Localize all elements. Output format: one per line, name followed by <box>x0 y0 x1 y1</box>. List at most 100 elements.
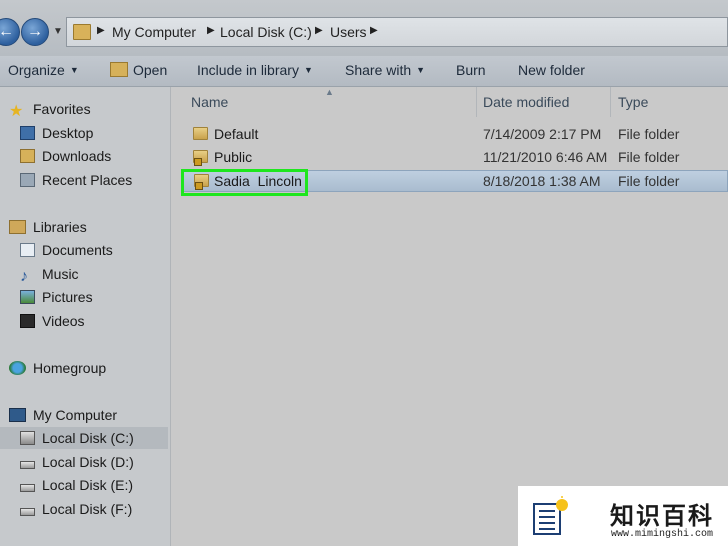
breadcrumb-my-computer[interactable]: My Computer <box>112 24 196 40</box>
nav-local-disk-e-label: Local Disk (E:) <box>42 477 134 493</box>
address-bar-area: ← → ▼ ▶ My Computer ▶ Local Disk (C:) ▶ … <box>0 0 728 56</box>
nav-favorites[interactable]: ★ Favorites <box>9 98 91 120</box>
file-name: Default <box>214 126 259 142</box>
nav-homegroup-label: Homegroup <box>33 360 107 376</box>
share-with-button[interactable]: Share with ▼ <box>345 62 425 78</box>
nav-local-disk-f[interactable]: Local Disk (F:) <box>20 498 132 520</box>
nav-local-disk-f-label: Local Disk (F:) <box>42 501 133 517</box>
nav-recent-places[interactable]: Recent Places <box>20 169 132 191</box>
nav-downloads-label: Downloads <box>42 148 112 164</box>
burn-button[interactable]: Burn <box>456 62 486 78</box>
drive-icon <box>20 484 35 492</box>
nav-recent-places-label: Recent Places <box>42 172 133 188</box>
breadcrumb-arrow-icon[interactable]: ▶ <box>97 25 105 36</box>
column-divider[interactable] <box>476 87 477 117</box>
organize-label: Organize <box>8 62 65 78</box>
nav-local-disk-c-label: Local Disk (C:) <box>42 430 134 446</box>
breadcrumb-users[interactable]: Users <box>330 24 367 40</box>
nav-documents-label: Documents <box>42 242 113 258</box>
homegroup-icon <box>9 361 26 375</box>
computer-icon <box>9 408 26 422</box>
watermark-url: www.mimingshi.com <box>611 529 714 540</box>
file-date: 7/14/2009 2:17 PM <box>483 126 602 142</box>
file-type: File folder <box>618 126 680 142</box>
column-header-type[interactable]: Type <box>618 87 648 117</box>
new-folder-label: New folder <box>518 62 585 78</box>
open-label: Open <box>133 62 168 78</box>
sort-ascending-icon: ▲ <box>325 87 334 97</box>
folder-icon <box>193 127 208 140</box>
videos-icon <box>20 314 35 328</box>
column-header-date-modified[interactable]: Date modified <box>483 87 569 117</box>
drive-icon <box>20 508 35 516</box>
book-lightbulb-icon <box>533 496 568 535</box>
file-type: File folder <box>618 149 680 165</box>
address-box[interactable]: ▶ My Computer ▶ Local Disk (C:) ▶ Users … <box>66 17 728 47</box>
folder-icon <box>73 24 91 40</box>
breadcrumb-local-disk-c[interactable]: Local Disk (C:) <box>220 24 312 40</box>
nav-videos-label: Videos <box>42 313 85 329</box>
open-folder-icon <box>110 62 128 77</box>
nav-desktop-label: Desktop <box>42 125 94 141</box>
file-name: Public <box>214 149 253 165</box>
nav-local-disk-e[interactable]: Local Disk (E:) <box>20 474 133 496</box>
breadcrumb-arrow-icon[interactable]: ▶ <box>207 25 215 36</box>
locked-folder-icon <box>193 150 208 166</box>
downloads-icon <box>20 149 35 163</box>
nav-pictures-label: Pictures <box>42 289 93 305</box>
music-icon: ♪ <box>20 268 28 285</box>
watermark-title: 知识百科 <box>610 502 714 530</box>
chevron-down-icon: ▼ <box>303 65 313 75</box>
pictures-icon <box>20 290 35 304</box>
breadcrumb-arrow-icon[interactable]: ▶ <box>315 25 323 36</box>
nav-libraries-label: Libraries <box>33 219 87 235</box>
file-row[interactable]: Default 7/14/2009 2:17 PM File folder <box>181 123 728 145</box>
nav-music-label: Music <box>42 266 79 282</box>
navigation-pane: ★ Favorites Desktop Downloads Recent Plac… <box>0 87 171 546</box>
nav-my-computer-label: My Computer <box>33 407 118 423</box>
nav-videos[interactable]: Videos <box>20 310 85 332</box>
organize-button[interactable]: Organize ▼ <box>8 62 79 78</box>
share-with-label: Share with <box>345 62 412 78</box>
star-icon: ★ <box>9 103 24 120</box>
desktop-icon <box>20 126 35 140</box>
new-folder-button[interactable]: New folder <box>518 62 585 78</box>
nav-libraries[interactable]: Libraries <box>9 216 87 238</box>
nav-local-disk-d-label: Local Disk (D:) <box>42 454 134 470</box>
breadcrumb-arrow-icon[interactable]: ▶ <box>370 25 378 36</box>
forward-button[interactable]: → <box>21 18 49 46</box>
watermark-logo: 知识百科 www.mimingshi.com <box>518 486 728 546</box>
drive-icon <box>20 461 35 469</box>
file-date: 8/18/2018 1:38 AM <box>483 173 601 189</box>
nav-local-disk-c[interactable]: Local Disk (C:) <box>0 427 168 449</box>
column-divider[interactable] <box>610 87 611 117</box>
nav-pictures[interactable]: Pictures <box>20 286 93 308</box>
chevron-down-icon: ▼ <box>69 65 79 75</box>
recent-pages-dropdown-icon[interactable]: ▼ <box>53 26 63 37</box>
documents-icon <box>20 243 35 257</box>
recent-places-icon <box>20 173 35 187</box>
nav-documents[interactable]: Documents <box>20 239 113 261</box>
nav-my-computer[interactable]: My Computer <box>9 404 117 426</box>
nav-favorites-label: Favorites <box>33 101 91 117</box>
libraries-icon <box>9 220 26 234</box>
chevron-down-icon: ▼ <box>416 65 426 75</box>
include-in-library-button[interactable]: Include in library ▼ <box>197 62 313 78</box>
nav-desktop[interactable]: Desktop <box>20 122 93 144</box>
nav-local-disk-d[interactable]: Local Disk (D:) <box>20 451 134 473</box>
nav-music[interactable]: ♪ Music <box>20 263 79 285</box>
highlight-box <box>181 169 308 196</box>
back-button[interactable]: ← <box>0 18 20 46</box>
system-drive-icon <box>20 431 35 445</box>
open-button[interactable]: Open <box>110 62 167 78</box>
file-date: 11/21/2010 6:46 AM <box>483 149 608 165</box>
include-in-library-label: Include in library <box>197 62 299 78</box>
file-row[interactable]: Public 11/21/2010 6:46 AM File folder <box>181 146 728 168</box>
file-list-pane: ▲ Name Date modified Type Default 7/14/2… <box>171 87 728 546</box>
burn-label: Burn <box>456 62 486 78</box>
nav-downloads[interactable]: Downloads <box>20 145 111 167</box>
nav-homegroup[interactable]: Homegroup <box>9 357 106 379</box>
command-bar: Organize ▼ Open Include in library ▼ Share… <box>0 56 728 87</box>
lock-icon <box>194 158 202 166</box>
column-header-name[interactable]: Name <box>191 87 228 117</box>
